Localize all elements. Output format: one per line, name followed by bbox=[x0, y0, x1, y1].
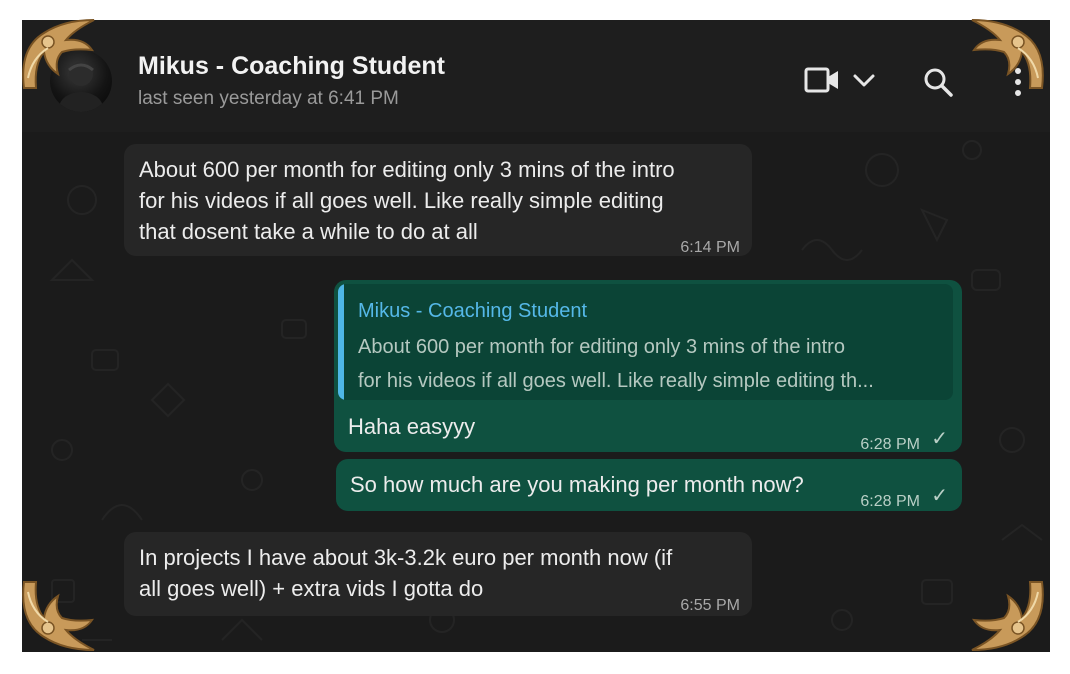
message-text: In projects I have about 3k-3.2k euro pe… bbox=[139, 545, 673, 570]
message-text: for his videos if all goes well. Like re… bbox=[139, 188, 664, 213]
message-text: So how much are you making per month now… bbox=[350, 472, 804, 497]
chat-window: Mikus - Coaching Student last seen yeste… bbox=[22, 20, 1050, 652]
message-time: 6:55 PM bbox=[680, 597, 740, 614]
message-text: About 600 per month for editing only 3 m… bbox=[139, 157, 675, 182]
message-bubble-incoming[interactable]: About 600 per month for editing only 3 m… bbox=[124, 144, 752, 256]
message-text: all goes well) + extra vids I gotta do bbox=[139, 576, 484, 601]
quote-accent-bar bbox=[338, 284, 344, 400]
message-text: Haha easyyy bbox=[348, 414, 476, 439]
last-seen-status: last seen yesterday at 6:41 PM bbox=[138, 88, 399, 109]
sent-check-icon: ✓ bbox=[931, 485, 948, 507]
ornament-corner-bottom-left bbox=[22, 581, 95, 651]
message-bubble-outgoing[interactable]: So how much are you making per month now… bbox=[336, 459, 962, 511]
message-bubble-outgoing[interactable]: Mikus - Coaching Student About 600 per m… bbox=[334, 280, 962, 453]
reply-quote[interactable]: Mikus - Coaching Student About 600 per m… bbox=[338, 284, 953, 400]
search-icon[interactable] bbox=[922, 66, 954, 98]
quote-text: for his videos if all goes well. Like re… bbox=[358, 370, 874, 392]
message-text: that dosent take a while to do at all bbox=[139, 219, 478, 244]
ornament-corner-top-left bbox=[22, 19, 95, 89]
chevron-down-icon[interactable] bbox=[852, 72, 876, 90]
message-time: 6:28 PM bbox=[860, 436, 920, 453]
message-bubble-incoming[interactable]: In projects I have about 3k-3.2k euro pe… bbox=[124, 532, 752, 616]
quote-author: Mikus - Coaching Student bbox=[358, 300, 588, 322]
message-time: 6:28 PM bbox=[860, 493, 920, 510]
ornament-corner-bottom-right bbox=[971, 581, 1044, 651]
message-time: 6:14 PM bbox=[680, 239, 740, 256]
video-call-icon[interactable] bbox=[804, 66, 840, 94]
quote-text: About 600 per month for editing only 3 m… bbox=[358, 336, 845, 358]
chat-header: Mikus - Coaching Student last seen yeste… bbox=[22, 20, 1050, 132]
contact-name[interactable]: Mikus - Coaching Student bbox=[138, 52, 445, 81]
sent-check-icon: ✓ bbox=[931, 428, 948, 450]
ornament-corner-top-right bbox=[971, 19, 1044, 89]
